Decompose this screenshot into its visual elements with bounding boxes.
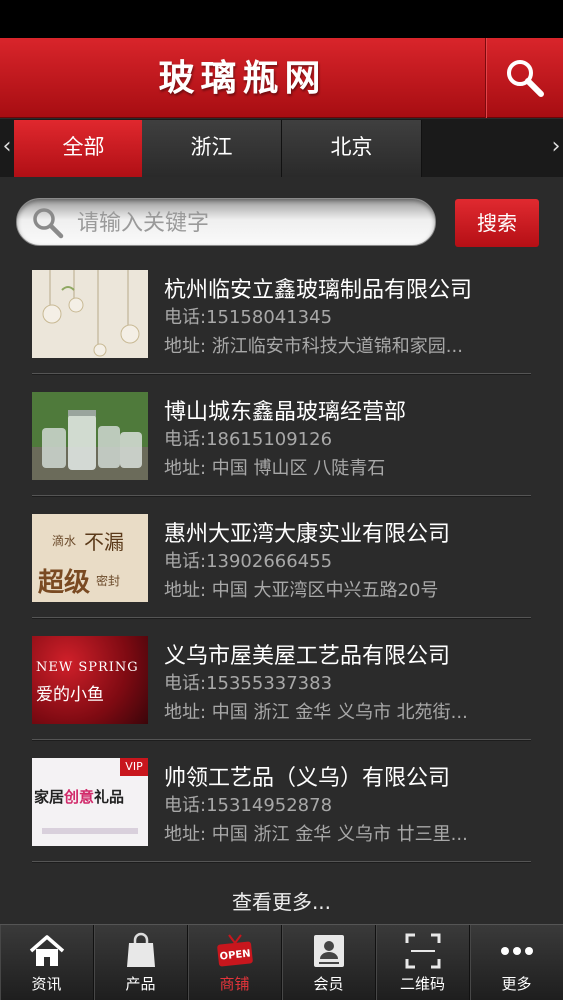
app-header: 玻璃瓶网 [0,38,563,118]
shop-phone: 电话:18615109126 [164,429,333,450]
thumb-text: 家居创意礼品 [34,788,125,806]
nav-label: 二维码 [399,975,445,993]
tabs-next-arrow[interactable]: › [549,119,563,177]
shop-thumbnail: 滴水 不漏 超级 密封 [32,514,148,602]
nav-products[interactable]: 产品 [94,925,188,1000]
thumb-text: 超级 [38,568,91,598]
list-item[interactable]: 滴水 不漏 超级 密封 惠州大亚湾大康实业有限公司 电话:13902666455… [32,496,531,618]
shop-name: 义乌市屋美屋工艺品有限公司 [164,644,451,669]
search-field [16,198,436,246]
shop-phone: 电话:15314952878 [164,795,333,816]
shop-thumbnail [32,270,148,358]
shop-name: 杭州临安立鑫玻璃制品有限公司 [164,278,473,303]
vip-badge: VIP [120,758,148,776]
view-more-link[interactable]: 查看更多... [0,880,563,924]
member-card-icon [313,935,344,967]
region-tabs: ‹ 全部 浙江 北京 › [0,119,563,177]
nav-label: 产品 [125,975,156,993]
search-input[interactable] [77,205,427,241]
thumb-text: 滴水 [52,534,77,548]
thumb-text: NEW SPRING [36,660,139,675]
search-bar: 搜索 [0,190,563,252]
tabs-prev-arrow[interactable]: ‹ [0,119,14,177]
search-icon [506,60,544,97]
thumb-text: 不漏 [84,530,124,554]
shop-address: 地址: 中国 博山区 八陡青石 [164,458,386,479]
nav-qrcode[interactable]: 二维码 [376,925,470,1000]
status-bar [0,0,563,38]
header-search-button[interactable] [485,38,563,118]
shop-name: 帅领工艺品（义乌）有限公司 [164,766,451,791]
search-submit-button[interactable]: 搜索 [455,199,539,247]
shop-address: 地址: 中国 浙江 金华 义乌市 北苑街... [164,702,468,723]
tab-all[interactable]: 全部 [14,120,154,177]
shop-address: 地址: 中国 大亚湾区中兴五路20号 [164,580,439,601]
qr-scan-icon [405,933,440,969]
shop-phone: 电话:15355337383 [164,673,333,694]
tab-beijing[interactable]: 北京 [282,120,422,177]
shop-phone: 电话:15158041345 [164,307,333,328]
nav-shops[interactable]: OPEN 商铺 [188,925,282,1000]
nav-news[interactable]: 资讯 [0,925,94,1000]
thumb-text: 爱的小鱼 [36,685,104,705]
nav-members[interactable]: 会员 [282,925,376,1000]
nav-label: 资讯 [31,975,62,993]
shop-address: 地址: 浙江临安市科技大道锦和家园... [164,336,463,357]
shop-address: 地址: 中国 浙江 金华 义乌市 廿三里... [164,824,468,845]
bottom-nav: 资讯 产品 OPEN 商铺 会员 二维码 更多 [0,924,563,1000]
thumb-text: 密封 [96,574,121,588]
open-sign-icon: OPEN [216,934,253,967]
list-item[interactable]: NEW SPRING 爱的小鱼 义乌市屋美屋工艺品有限公司 电话:1535533… [32,618,531,740]
shop-name: 惠州大亚湾大康实业有限公司 [164,522,451,547]
tab-zhejiang[interactable]: 浙江 [142,120,282,177]
nav-more[interactable]: 更多 [470,925,563,1000]
list-item[interactable]: 杭州临安立鑫玻璃制品有限公司 电话:15158041345 地址: 浙江临安市科… [32,252,531,374]
nav-label: 会员 [313,975,344,993]
shop-name: 博山城东鑫晶玻璃经营部 [164,400,407,425]
shopping-bag-icon [126,932,155,967]
shop-thumbnail: NEW SPRING 爱的小鱼 [32,636,148,724]
page-title: 玻璃瓶网 [158,57,327,99]
list-item[interactable]: VIP 家居创意礼品 帅领工艺品（义乌）有限公司 电话:15314952878 … [32,740,531,862]
home-icon [29,935,64,966]
shop-phone: 电话:13902666455 [164,551,333,572]
shop-thumbnail: VIP 家居创意礼品 [32,758,148,846]
shop-list: 杭州临安立鑫玻璃制品有限公司 电话:15158041345 地址: 浙江临安市科… [0,252,563,862]
list-item[interactable]: 博山城东鑫晶玻璃经营部 电话:18615109126 地址: 中国 博山区 八陡… [32,374,531,496]
magnifier-icon [33,208,64,239]
shop-thumbnail [32,392,148,480]
nav-label: 商铺 [219,975,250,993]
more-dots-icon [500,947,533,955]
nav-label: 更多 [501,975,532,993]
